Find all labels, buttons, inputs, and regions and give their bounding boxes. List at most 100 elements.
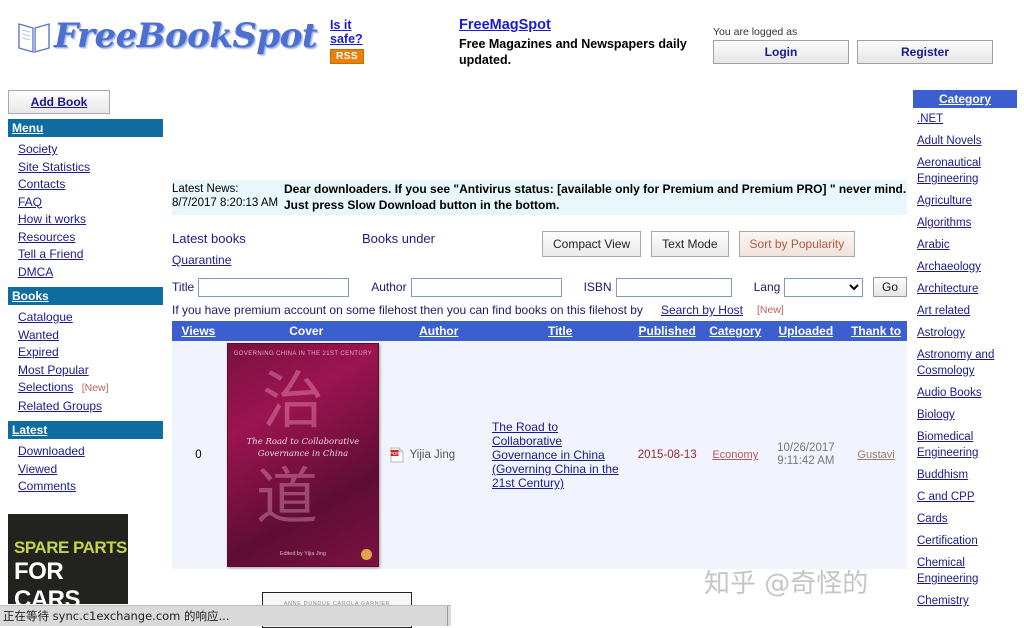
list-item: Adult Novels <box>913 130 1017 152</box>
column-header-thank-to[interactable]: Thank to <box>845 321 907 341</box>
category-item-art-related[interactable]: Art related <box>917 305 970 317</box>
site-logo-text: FreeBookSpot <box>54 16 318 56</box>
author-input[interactable] <box>410 277 562 297</box>
site-header: FreeBookSpot Is it safe? RSS FreeMagSpot… <box>0 0 1024 86</box>
sidebar-item-dmca[interactable]: DMCA <box>18 265 53 279</box>
sidebar-item-viewed[interactable]: Viewed <box>18 462 57 476</box>
list-item: Downloaded <box>18 443 163 461</box>
search-by-host-new-tag: [New] <box>756 304 784 316</box>
column-header-uploaded[interactable]: Uploaded <box>766 321 846 341</box>
ad-line-1: SPARE PARTS <box>14 537 127 557</box>
sidebar-item-wanted[interactable]: Wanted <box>18 328 59 342</box>
logged-as-label: You are logged as <box>713 26 798 38</box>
sidebar-item-society[interactable]: Society <box>18 142 57 156</box>
cover-title-text: The Road to Collaborative Governance in … <box>246 437 360 459</box>
category-item-c-and-cpp[interactable]: C and CPP <box>917 491 975 503</box>
column-header-category[interactable]: Category <box>703 321 767 341</box>
column-header-author[interactable]: Author <box>387 321 490 341</box>
rss-badge[interactable]: RSS <box>330 49 365 64</box>
sidebar-latest-list: Downloaded Viewed Comments <box>8 443 163 496</box>
category-item-cards[interactable]: Cards <box>917 513 948 525</box>
sidebar-item-expired[interactable]: Expired <box>18 345 59 359</box>
list-item: Biomedical Engineering <box>913 426 1017 464</box>
table-row[interactable]: 0 GOVERNING CHINA IN THE 21ST CENTURY 治 … <box>172 341 907 569</box>
category-item-astronomy-and-cosmology[interactable]: Astronomy and Cosmology <box>917 349 994 377</box>
list-item: Archaeology <box>913 256 1017 278</box>
is-it-safe-link-line1[interactable]: Is it <box>330 18 378 32</box>
quarantine-link[interactable]: Quarantine <box>172 253 362 267</box>
category-item-chemical-engineering[interactable]: Chemical Engineering <box>917 557 978 585</box>
text-mode-button[interactable]: Text Mode <box>651 231 729 257</box>
compact-view-button[interactable]: Compact View <box>542 231 642 257</box>
sidebar-item-tell-a-friend[interactable]: Tell a Friend <box>18 247 83 261</box>
category-item-architecture[interactable]: Architecture <box>917 283 978 295</box>
book-cover-image[interactable]: GOVERNING CHINA IN THE 21ST CENTURY 治 Th… <box>226 343 379 567</box>
cell-cover[interactable]: GOVERNING CHINA IN THE 21ST CENTURY 治 Th… <box>225 341 388 569</box>
browser-status-bar: 正在等待 sync.c1exchange.com 的响应... <box>0 605 451 626</box>
thank-to-link[interactable]: Gustavi <box>857 449 894 461</box>
category-item-biomedical-engineering[interactable]: Biomedical Engineering <box>917 431 978 459</box>
sidebar-item-most-popular[interactable]: Most Popular <box>18 363 89 377</box>
book-title-link[interactable]: The Road to Collaborative Governance in … <box>492 420 628 490</box>
sidebar-item-resources[interactable]: Resources <box>18 230 75 244</box>
author-name[interactable]: Yijia Jing <box>410 449 456 461</box>
category-item-aeronautical-engineering[interactable]: Aeronautical Engineering <box>917 157 981 185</box>
publisher-logo-icon <box>360 549 372 560</box>
add-book-button[interactable]: Add Book <box>8 90 110 114</box>
sidebar-item-selections[interactable]: Selections <box>18 380 73 394</box>
category-item-audio-books[interactable]: Audio Books <box>917 387 982 399</box>
column-header-title[interactable]: Title <box>489 321 631 341</box>
register-button[interactable]: Register <box>857 40 993 64</box>
search-form: Title Author ISBN Lang Go <box>172 277 907 297</box>
category-item-chemistry[interactable]: Chemistry <box>917 595 969 607</box>
sidebar-item-contacts[interactable]: Contacts <box>18 177 65 191</box>
sidebar-item-catalogue[interactable]: Catalogue <box>18 310 73 324</box>
freemagspot-link[interactable]: FreeMagSpot <box>459 17 699 33</box>
list-item: FAQ <box>18 194 163 212</box>
category-item-algorithms[interactable]: Algorithms <box>917 217 971 229</box>
list-item: Tell a Friend <box>18 246 163 264</box>
sidebar-item-comments[interactable]: Comments <box>18 479 76 493</box>
list-item: Resources <box>18 229 163 247</box>
go-button[interactable]: Go <box>872 277 907 297</box>
is-it-safe-link-line2[interactable]: safe? <box>330 32 378 46</box>
status-bar-divider <box>447 606 448 626</box>
list-item: Society <box>18 141 163 159</box>
cell-published: 2015-08-13 <box>637 449 697 461</box>
sidebar-item-faq[interactable]: FAQ <box>18 195 42 209</box>
sidebar-item-how-it-works[interactable]: How it works <box>18 212 86 226</box>
category-item-arabic[interactable]: Arabic <box>917 239 950 251</box>
lang-select[interactable] <box>784 277 863 297</box>
sidebar-ad-banner[interactable]: SPARE PARTS FOR CARS <box>8 513 128 604</box>
site-logo[interactable]: FreeBookSpot <box>16 16 318 56</box>
sidebar-menu-list: Society Site Statistics Contacts FAQ How… <box>8 141 163 281</box>
category-item-certification[interactable]: Certification <box>917 535 978 547</box>
list-item: Audio Books <box>913 382 1017 404</box>
category-item-archaeology[interactable]: Archaeology <box>917 261 981 273</box>
cell-views: 0 <box>195 449 202 461</box>
sidebar-item-related-groups[interactable]: Related Groups <box>18 399 102 413</box>
sidebar-item-site-statistics[interactable]: Site Statistics <box>18 160 90 174</box>
sort-by-popularity-button[interactable]: Sort by Popularity <box>738 231 856 257</box>
category-item-biology[interactable]: Biology <box>917 409 955 421</box>
category-item-astrology[interactable]: Astrology <box>917 327 965 339</box>
sidebar-section-books-header: Books <box>8 287 163 305</box>
category-sidebar: Category .NET Adult Novels Aeronautical … <box>913 90 1017 612</box>
category-item-adult-novels[interactable]: Adult Novels <box>917 135 982 147</box>
category-link[interactable]: Economy <box>712 449 758 461</box>
category-item-agriculture[interactable]: Agriculture <box>917 195 972 207</box>
list-item: Most Popular <box>18 362 163 380</box>
category-sidebar-header[interactable]: Category <box>913 90 1017 108</box>
title-input[interactable] <box>198 277 350 297</box>
category-item-buddhism[interactable]: Buddhism <box>917 469 968 481</box>
column-header-published[interactable]: Published <box>630 321 704 341</box>
login-button[interactable]: Login <box>713 40 849 64</box>
category-item-net[interactable]: .NET <box>917 113 943 125</box>
column-header-views[interactable]: Views <box>172 321 225 341</box>
search-by-host-link[interactable]: Search by Host <box>661 303 743 317</box>
isbn-input[interactable] <box>615 277 732 297</box>
sidebar-item-downloaded[interactable]: Downloaded <box>18 444 85 458</box>
sidebar-books-list: Catalogue Wanted Expired Most Popular Se… <box>8 309 163 415</box>
list-item: .NET <box>913 108 1017 130</box>
main-content: Latest News: 8/7/2017 8:20:13 AM Dear do… <box>172 180 907 569</box>
